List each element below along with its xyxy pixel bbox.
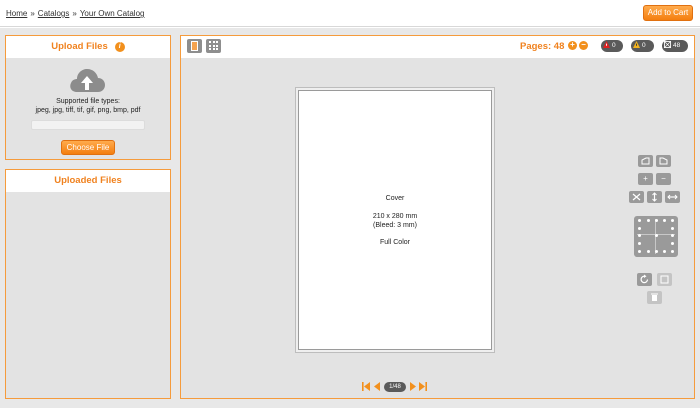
total-pages-badge[interactable]: 48 <box>662 40 688 52</box>
single-page-view-button[interactable] <box>187 39 202 53</box>
pages-icon <box>664 41 671 48</box>
supported-types-list: jpeg, jpg, tiff, tif, gif, png, bmp, pdf <box>35 107 141 114</box>
uploaded-files-panel: Uploaded Files <box>5 169 171 399</box>
upload-panel-header: Upload Files i <box>6 36 170 58</box>
page-editor: Pages: 48 + − 0 0 48 Cover 210 x 280 mm … <box>180 35 695 399</box>
trash-icon <box>651 293 658 301</box>
expand-icon <box>632 193 641 201</box>
rotate-right-tool[interactable] <box>656 155 671 167</box>
delete-tool[interactable] <box>647 291 662 304</box>
page-preview-frame: Cover 210 x 280 mm (Bleed: 3 mm) Full Co… <box>295 87 495 353</box>
breadcrumb-separator: » <box>72 9 77 18</box>
supported-types-label: Supported file types: <box>56 98 120 105</box>
breadcrumb-separator: » <box>30 9 35 18</box>
cover-page[interactable]: Cover 210 x 280 mm (Bleed: 3 mm) Full Co… <box>298 90 492 350</box>
grid-icon <box>209 41 218 51</box>
workspace: Upload Files i Supported file types: jpeg… <box>0 28 700 408</box>
breadcrumb-home[interactable]: Home <box>6 9 27 18</box>
page-size: 210 x 280 mm <box>372 213 418 220</box>
fit-width-tool[interactable] <box>665 191 680 203</box>
align-top-left[interactable] <box>638 219 641 222</box>
pages-count: Pages: 48 <box>520 41 565 52</box>
plus-icon: + <box>643 174 648 183</box>
corner-right-icon <box>659 157 668 165</box>
align-top-right[interactable] <box>671 219 674 222</box>
info-icon[interactable]: i <box>114 42 125 52</box>
error-icon <box>603 41 610 48</box>
align-middle-right[interactable] <box>671 234 674 237</box>
align-top-1[interactable] <box>647 219 650 222</box>
grid-view-button[interactable] <box>206 39 221 53</box>
pages-badge-count: 48 <box>673 42 681 49</box>
top-bar: Home» Catalogs» Your Own Catalog Add to Ca… <box>0 0 700 27</box>
align-bottom-1[interactable] <box>647 250 650 253</box>
align-bottom-3[interactable] <box>663 250 666 253</box>
align-r2-left[interactable] <box>638 227 641 230</box>
rotate-icon <box>640 274 649 284</box>
rotate-tool[interactable] <box>637 273 652 286</box>
add-to-cart-button[interactable]: Add to Cart <box>643 5 693 21</box>
upload-files-panel: Upload Files i Supported file types: jpeg… <box>5 35 171 160</box>
single-page-icon <box>191 41 198 51</box>
page-name: Cover <box>385 195 405 202</box>
align-bottom-right[interactable] <box>671 250 674 253</box>
breadcrumb-catalogs[interactable]: Catalogs <box>38 9 70 18</box>
rotate-left-tool[interactable] <box>638 155 653 167</box>
warning-icon <box>633 41 640 48</box>
crop-tool[interactable] <box>657 273 672 286</box>
zoom-out-tool[interactable]: − <box>656 173 671 185</box>
upload-panel-title: Upload Files <box>51 41 108 52</box>
breadcrumb-current[interactable]: Your Own Catalog <box>80 9 145 18</box>
fit-height-tool[interactable] <box>647 191 662 203</box>
vertical-arrows-icon <box>652 192 657 202</box>
align-r4-right[interactable] <box>671 242 674 245</box>
add-page-button[interactable]: + <box>568 41 577 50</box>
page-indicator: 1/48 <box>384 382 406 392</box>
file-path-field[interactable] <box>31 120 145 130</box>
minus-icon: − <box>661 174 666 183</box>
align-top-center[interactable] <box>655 219 658 222</box>
warnings-badge[interactable]: 0 <box>631 40 654 52</box>
page-color-mode: Full Color <box>380 239 410 246</box>
first-page-icon[interactable] <box>362 382 370 391</box>
breadcrumb: Home» Catalogs» Your Own Catalog <box>6 9 144 18</box>
align-bottom-left[interactable] <box>638 250 641 253</box>
warnings-count: 0 <box>642 42 646 49</box>
next-page-icon[interactable] <box>409 382 417 391</box>
horizontal-arrows-icon <box>667 194 678 200</box>
remove-page-button[interactable]: − <box>579 41 588 50</box>
choose-file-button[interactable]: Choose File <box>61 140 115 155</box>
align-center[interactable] <box>655 234 658 237</box>
align-top-3[interactable] <box>663 219 666 222</box>
last-page-icon[interactable] <box>419 382 427 391</box>
cloud-upload-icon <box>70 69 105 92</box>
crop-icon <box>660 275 669 284</box>
errors-badge[interactable]: 0 <box>601 40 623 52</box>
uploaded-panel-header: Uploaded Files <box>6 170 170 192</box>
errors-count: 0 <box>612 42 616 49</box>
align-r2-right[interactable] <box>671 227 674 230</box>
align-r4-left[interactable] <box>638 242 641 245</box>
previous-page-icon[interactable] <box>373 382 381 391</box>
page-bleed: (Bleed: 3 mm) <box>373 222 417 229</box>
align-bottom-center[interactable] <box>655 250 658 253</box>
editor-toolbar: Pages: 48 + − 0 0 48 <box>181 36 694 58</box>
zoom-in-tool[interactable]: + <box>638 173 653 185</box>
corner-left-icon <box>641 157 650 165</box>
alignment-grid[interactable] <box>634 216 678 257</box>
fit-all-tool[interactable] <box>629 191 644 203</box>
align-middle-left[interactable] <box>638 234 641 237</box>
